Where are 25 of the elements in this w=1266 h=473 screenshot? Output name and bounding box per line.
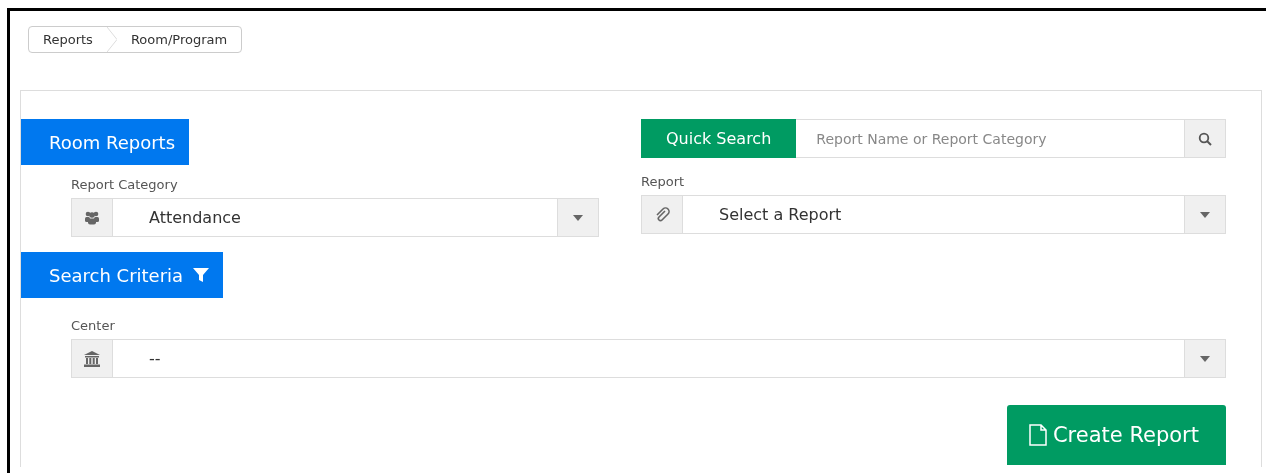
caret-icon xyxy=(573,214,583,221)
select-field[interactable]: Attendance xyxy=(71,198,599,237)
breadcrumb-link[interactable]: Room/Program xyxy=(116,27,242,52)
create-report-button[interactable]: Create Report xyxy=(1006,405,1226,465)
breadcrumb-link[interactable]: Reports xyxy=(29,27,107,52)
select-field[interactable]: -- xyxy=(71,339,1226,378)
caret-icon xyxy=(1200,211,1210,218)
field-label: Center xyxy=(71,318,115,333)
search-icon xyxy=(1198,131,1212,146)
search-button[interactable] xyxy=(1185,119,1226,158)
filter-icon xyxy=(193,267,210,283)
section-header: Room Reports xyxy=(21,119,190,165)
select-value: Select a Report xyxy=(718,204,843,226)
select-field[interactable]: Select a Report xyxy=(641,195,1226,234)
select-value: -- xyxy=(148,348,162,370)
field-label: Report xyxy=(641,174,685,189)
document-icon xyxy=(1028,424,1047,446)
quick-search-button[interactable]: Quick Search xyxy=(641,119,797,158)
caret-icon xyxy=(1200,355,1210,362)
select-value: Attendance xyxy=(148,207,242,229)
chevron-separator-icon xyxy=(106,27,117,52)
field-label: Report Category xyxy=(71,177,178,192)
section-title: Search Criteria xyxy=(49,264,184,286)
search-field[interactable]: Report Name or Report Category xyxy=(796,119,1185,158)
bank-icon xyxy=(83,349,101,368)
